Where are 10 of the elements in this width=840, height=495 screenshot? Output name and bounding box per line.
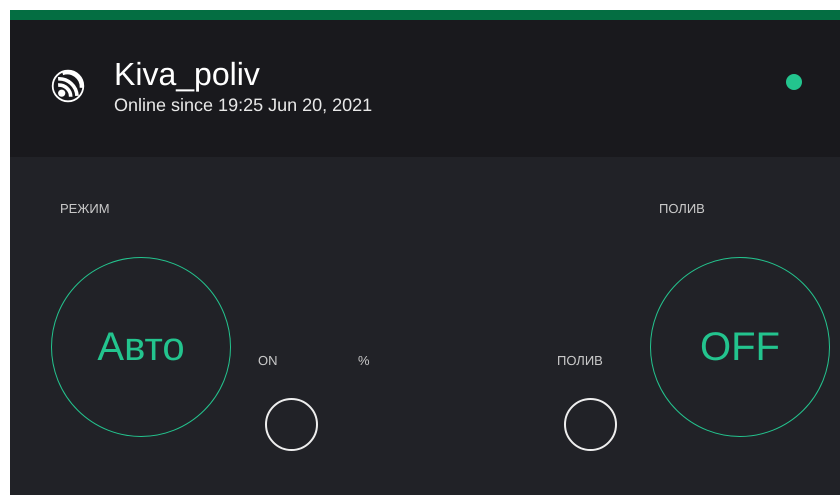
widget-title: РЕЖИМ <box>60 201 111 216</box>
widget-title: ПОЛИВ <box>659 201 706 216</box>
led-label: ПОЛИВ <box>557 353 604 368</box>
toggle-button[interactable]: Авто <box>51 257 231 437</box>
status-text: Online since 19:25 Jun 20, 2021 <box>114 94 374 116</box>
led-label: ON <box>258 353 278 368</box>
toggle-button[interactable]: OFF <box>650 257 830 437</box>
wifi-logo-icon <box>50 68 86 104</box>
device-title: Kiva_poliv <box>114 56 261 92</box>
display-label: % <box>358 353 370 368</box>
